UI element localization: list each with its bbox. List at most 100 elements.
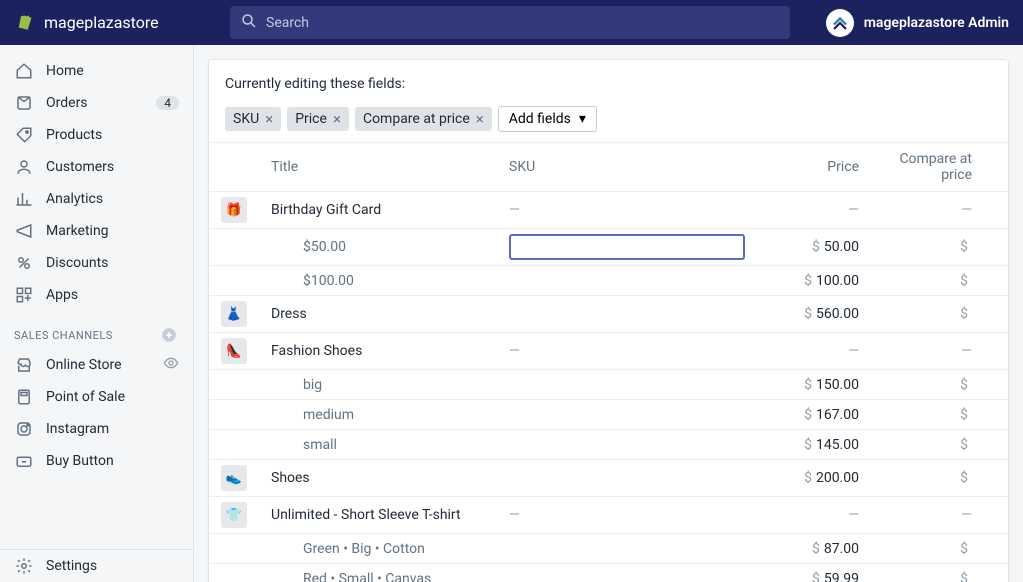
sku-empty-icon: —: [509, 202, 520, 218]
variant-title[interactable]: small: [303, 437, 337, 453]
sidebar-item-label: Buy Button: [46, 453, 114, 469]
sku-input[interactable]: [509, 234, 745, 260]
currency-symbol: $: [804, 273, 812, 289]
price-cell[interactable]: 560.00: [816, 306, 859, 322]
currency-symbol: $: [812, 541, 820, 557]
search-input[interactable]: [266, 15, 780, 31]
variant-title[interactable]: big: [303, 377, 322, 393]
currency-symbol: $: [960, 437, 968, 453]
price-cell[interactable]: 50.00: [824, 239, 859, 255]
currency-symbol: $: [812, 239, 820, 255]
compare-empty-icon: —: [961, 202, 972, 218]
caret-down-icon: ▾: [579, 111, 586, 127]
admin-name: mageplazastore Admin: [864, 15, 1009, 31]
sidebar-item-analytics[interactable]: Analytics: [0, 183, 193, 215]
column-header-compare: Compare at price: [871, 143, 984, 192]
search-container[interactable]: [230, 6, 790, 39]
product-title[interactable]: Unlimited - Short Sleeve T-shirt: [271, 507, 461, 523]
price-cell[interactable]: 150.00: [816, 377, 859, 393]
table-row: big$150.00$: [209, 370, 1008, 400]
sidebar-item-orders[interactable]: Orders4: [0, 87, 193, 119]
sidebar-item-settings[interactable]: Settings: [0, 550, 193, 582]
sidebar-item-label: Discounts: [46, 255, 108, 271]
chip-remove-icon[interactable]: ×: [476, 112, 484, 127]
field-chip-price: Price×: [287, 107, 349, 131]
sidebar-item-point-of-sale[interactable]: Point of Sale: [0, 381, 193, 413]
sidebar-item-online-store[interactable]: Online Store: [0, 349, 193, 381]
instagram-icon: [14, 419, 34, 439]
analytics-icon: [14, 189, 34, 209]
table-row: $100.00$100.00$: [209, 266, 1008, 296]
product-title[interactable]: Fashion Shoes: [271, 343, 362, 359]
product-thumbnail: 👟: [221, 465, 247, 491]
sidebar-item-customers[interactable]: Customers: [0, 151, 193, 183]
price-cell[interactable]: 87.00: [824, 541, 859, 557]
currency-symbol: $: [960, 470, 968, 486]
chip-label: SKU: [233, 111, 259, 127]
price-cell[interactable]: 145.00: [816, 437, 859, 453]
pos-icon: [14, 387, 34, 407]
eye-icon[interactable]: [163, 355, 179, 375]
chip-remove-icon[interactable]: ×: [333, 112, 341, 127]
column-header-title: Title: [259, 143, 497, 192]
price-cell[interactable]: 200.00: [816, 470, 859, 486]
sidebar-item-marketing[interactable]: Marketing: [0, 215, 193, 247]
table-row: 👗Dress$560.00$: [209, 296, 1008, 333]
product-title[interactable]: Shoes: [271, 470, 310, 486]
field-chip-compare-at-price: Compare at price×: [355, 107, 492, 131]
products-icon: [14, 125, 34, 145]
avatar[interactable]: [826, 9, 854, 37]
compare-empty-icon: —: [961, 507, 972, 523]
home-icon: [14, 61, 34, 81]
table-row: $50.00$50.00$: [209, 229, 1008, 266]
sidebar-item-badge: 4: [156, 96, 179, 110]
price-cell[interactable]: 167.00: [816, 407, 859, 423]
currency-symbol: $: [804, 470, 812, 486]
table-row: 👠Fashion Shoes———: [209, 333, 1008, 370]
sidebar-item-discounts[interactable]: Discounts: [0, 247, 193, 279]
price-empty-icon: —: [848, 343, 859, 359]
sidebar-item-instagram[interactable]: Instagram: [0, 413, 193, 445]
price-empty-icon: —: [848, 202, 859, 218]
buy-button-icon: [14, 451, 34, 471]
add-fields-button[interactable]: Add fields ▾: [498, 106, 597, 132]
online-store-icon: [14, 355, 34, 375]
add-fields-label: Add fields: [509, 111, 571, 127]
table-row: 🎁 Birthday Gift Card — — —: [209, 192, 1008, 229]
customers-icon: [14, 157, 34, 177]
marketing-icon: [14, 221, 34, 241]
variant-title[interactable]: $50.00: [303, 239, 346, 255]
bulk-editor-card: Currently editing these fields: SKU×Pric…: [209, 60, 1008, 582]
sidebar-item-label: Home: [46, 63, 84, 79]
table-row: small$145.00$: [209, 430, 1008, 460]
variant-title[interactable]: $100.00: [303, 273, 354, 289]
currency-symbol: $: [960, 407, 968, 423]
sidebar: Home Orders4ProductsCustomersAnalytics Mar…: [0, 45, 194, 582]
variant-title[interactable]: medium: [303, 407, 354, 423]
editing-fields-text: Currently editing these fields:: [225, 76, 992, 92]
column-header-price: Price: [757, 143, 871, 192]
sidebar-item-products[interactable]: Products: [0, 119, 193, 151]
product-title[interactable]: Birthday Gift Card: [271, 202, 381, 218]
currency-symbol: $: [804, 306, 812, 322]
variant-title[interactable]: Green • Big • Cotton: [303, 541, 425, 557]
table-row: 👟Shoes$200.00$: [209, 460, 1008, 497]
sidebar-item-apps[interactable]: Apps: [0, 279, 193, 311]
sidebar-item-home[interactable]: Home: [0, 55, 193, 87]
sidebar-item-label: Marketing: [46, 223, 109, 239]
add-channel-icon[interactable]: [159, 325, 179, 345]
currency-symbol: $: [804, 437, 812, 453]
product-thumbnail: 🎁: [221, 197, 247, 223]
table-row: medium$167.00$: [209, 400, 1008, 430]
currency-symbol: $: [960, 306, 968, 322]
sku-empty-icon: —: [509, 343, 520, 359]
gear-icon: [14, 556, 34, 576]
currency-symbol: $: [960, 239, 968, 255]
currency-symbol: $: [804, 407, 812, 423]
price-cell[interactable]: 100.00: [816, 273, 859, 289]
sidebar-item-buy-button[interactable]: Buy Button: [0, 445, 193, 477]
chip-remove-icon[interactable]: ×: [265, 112, 273, 127]
product-title[interactable]: Dress: [271, 306, 307, 322]
price-cell[interactable]: 59.99: [824, 571, 859, 582]
variant-title[interactable]: Red • Small • Canvas: [303, 571, 431, 582]
